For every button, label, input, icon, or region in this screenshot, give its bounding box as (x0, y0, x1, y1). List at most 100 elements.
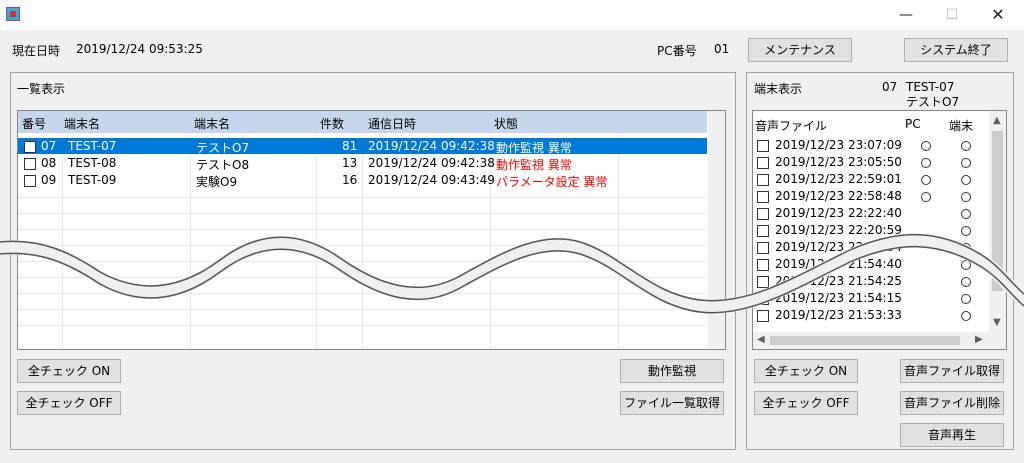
row-checkbox[interactable] (24, 140, 36, 153)
scroll-right-arrow-icon[interactable]: ▶ (975, 334, 983, 345)
pc-present-icon (921, 141, 931, 151)
terminal-number: 07 (882, 80, 898, 94)
audio-file-checkbox[interactable] (757, 275, 769, 288)
grid-line (18, 197, 707, 198)
datetime-value: 2019/12/24 09:53:25 (76, 42, 203, 56)
list-check-all-off-button[interactable]: 全チェック OFF (17, 391, 121, 415)
terminal-present-icon (961, 141, 971, 151)
list-row[interactable]: 08 TEST-08 テストO8 13 2019/12/24 09:42:38 … (18, 155, 707, 172)
title-bar: — ☐ ✕ (0, 0, 1024, 30)
terminal-present-icon (961, 294, 971, 304)
audio-file-row[interactable]: 2019/12/23 23:07:09 (753, 137, 989, 153)
audio-file-datetime: 2019/12/23 23:05:50 (775, 155, 902, 169)
file-list-fetch-button[interactable]: ファイル一覧取得 (620, 391, 724, 415)
row-count: 13 (342, 156, 358, 170)
audio-file-row[interactable]: 2019/12/23 22:59:01 (753, 171, 989, 187)
audio-file-row[interactable]: 2019/12/23 21:54:15 (753, 290, 989, 306)
audio-file-checkbox[interactable] (757, 156, 769, 169)
grid-line (18, 245, 707, 246)
delete-audio-file-button[interactable]: 音声ファイル削除 (900, 391, 1004, 415)
audio-file-checkbox[interactable] (757, 207, 769, 220)
col-header-count[interactable]: 件数 (320, 115, 344, 132)
shutdown-button[interactable]: システム終了 (904, 38, 1008, 62)
get-audio-file-button[interactable]: 音声ファイル取得 (900, 359, 1004, 383)
terminal-present-icon (961, 243, 971, 253)
audio-file-checkbox[interactable] (757, 309, 769, 322)
audio-list-vertical-scrollbar[interactable]: ▲ ▼ (989, 111, 1006, 333)
row-terminal-id: TEST-07 (68, 139, 117, 153)
audio-file-checkbox[interactable] (757, 241, 769, 254)
terminal-id: TEST-07 (906, 80, 955, 94)
audio-file-datetime: 2019/12/23 21:54:40 (775, 257, 902, 271)
terminal-list[interactable]: 番号 端末名 端末名 件数 通信日時 状態 07 TEST-07 テストO7 8… (17, 110, 726, 350)
scroll-left-arrow-icon[interactable]: ◀ (757, 334, 765, 345)
col-header-terminal[interactable]: 端末 (949, 117, 973, 134)
terminal-name: テストO7 (906, 95, 960, 109)
audio-file-row[interactable]: 2019/12/23 22:58:48 (753, 188, 989, 204)
audio-file-checkbox[interactable] (757, 139, 769, 152)
col-header-terminal-id[interactable]: 端末名 (64, 115, 100, 132)
audio-list-horizontal-scrollbar[interactable]: ◀ ▶ (753, 332, 989, 349)
motion-monitor-button[interactable]: 動作監視 (620, 359, 724, 383)
row-terminal-id: TEST-08 (68, 156, 117, 170)
grid-line (18, 325, 707, 326)
col-header-number[interactable]: 番号 (22, 115, 46, 132)
terminal-panel-title: 端末表示 (754, 82, 803, 96)
pc-number-value: 01 (714, 42, 730, 56)
audio-check-all-off-button[interactable]: 全チェック OFF (754, 391, 858, 415)
minimize-button[interactable]: — (883, 0, 929, 30)
terminal-present-icon (961, 158, 971, 168)
horizontal-scroll-thumb[interactable] (770, 336, 960, 345)
col-header-terminal-name[interactable]: 端末名 (194, 115, 230, 132)
list-check-all-on-button[interactable]: 全チェック ON (17, 359, 121, 383)
app-icon (6, 7, 20, 21)
close-button[interactable]: ✕ (975, 0, 1021, 30)
list-vertical-scrollbar[interactable] (708, 111, 725, 349)
audio-file-datetime: 2019/12/23 22:59:01 (775, 172, 902, 186)
audio-file-checkbox[interactable] (757, 173, 769, 186)
audio-file-row[interactable]: 2019/12/23 23:05:50 (753, 154, 989, 170)
row-number: 07 (41, 139, 57, 153)
terminal-present-icon (961, 192, 971, 202)
audio-check-all-on-button[interactable]: 全チェック ON (754, 359, 858, 383)
row-terminal-id: TEST-09 (68, 173, 117, 187)
audio-file-row[interactable]: 2019/12/23 21:54:40 (753, 256, 989, 272)
list-panel-title: 一覧表示 (17, 82, 66, 96)
col-header-pc[interactable]: PC (905, 117, 921, 131)
col-header-datetime[interactable]: 通信日時 (368, 115, 416, 132)
audio-file-row[interactable]: 2019/12/23 22:20:59 (753, 222, 989, 238)
maintenance-button[interactable]: メンテナンス (748, 38, 852, 62)
audio-file-datetime: 2019/12/23 21:54:15 (775, 291, 902, 305)
col-header-audio-file[interactable]: 音声ファイル (755, 117, 827, 134)
play-audio-button[interactable]: 音声再生 (900, 423, 1004, 447)
col-header-status[interactable]: 状態 (494, 115, 518, 132)
audio-file-row[interactable]: 2019/12/23 22:19:54 (753, 239, 989, 255)
row-checkbox[interactable] (24, 174, 36, 187)
audio-file-checkbox[interactable] (757, 258, 769, 271)
maximize-button[interactable]: ☐ (929, 0, 975, 30)
audio-file-checkbox[interactable] (757, 292, 769, 305)
audio-file-datetime: 2019/12/23 21:53:33 (775, 308, 902, 322)
audio-file-row[interactable]: 2019/12/23 22:22:40 (753, 205, 989, 221)
audio-file-list[interactable]: 音声ファイル PC 端末 2019/12/23 23:07:09 2019/12… (752, 110, 1007, 350)
pc-present-icon (921, 192, 931, 202)
list-row[interactable]: 07 TEST-07 テストO7 81 2019/12/24 09:42:38 … (18, 138, 707, 155)
row-datetime: 2019/12/24 09:43:49 (368, 173, 495, 187)
scroll-up-arrow-icon[interactable]: ▲ (993, 115, 1001, 126)
audio-file-checkbox[interactable] (757, 190, 769, 203)
vertical-scroll-thumb[interactable] (992, 131, 1003, 291)
row-terminal-name: 実験O9 (196, 175, 238, 189)
grid-line (18, 213, 707, 214)
audio-file-checkbox[interactable] (757, 224, 769, 237)
row-number: 08 (41, 156, 57, 170)
datetime-label: 現在日時 (12, 44, 61, 58)
grid-line (18, 229, 707, 230)
terminal-present-icon (961, 209, 971, 219)
row-checkbox[interactable] (24, 157, 36, 170)
scroll-down-arrow-icon[interactable]: ▼ (993, 317, 1001, 328)
audio-file-row[interactable]: 2019/12/23 21:53:33 (753, 307, 989, 323)
row-count: 16 (342, 173, 358, 187)
audio-file-row[interactable]: 2019/12/23 21:54:25 (753, 273, 989, 289)
pc-number-label: PC番号 (657, 44, 697, 58)
list-row[interactable]: 09 TEST-09 実験O9 16 2019/12/24 09:43:49 パ… (18, 172, 707, 189)
